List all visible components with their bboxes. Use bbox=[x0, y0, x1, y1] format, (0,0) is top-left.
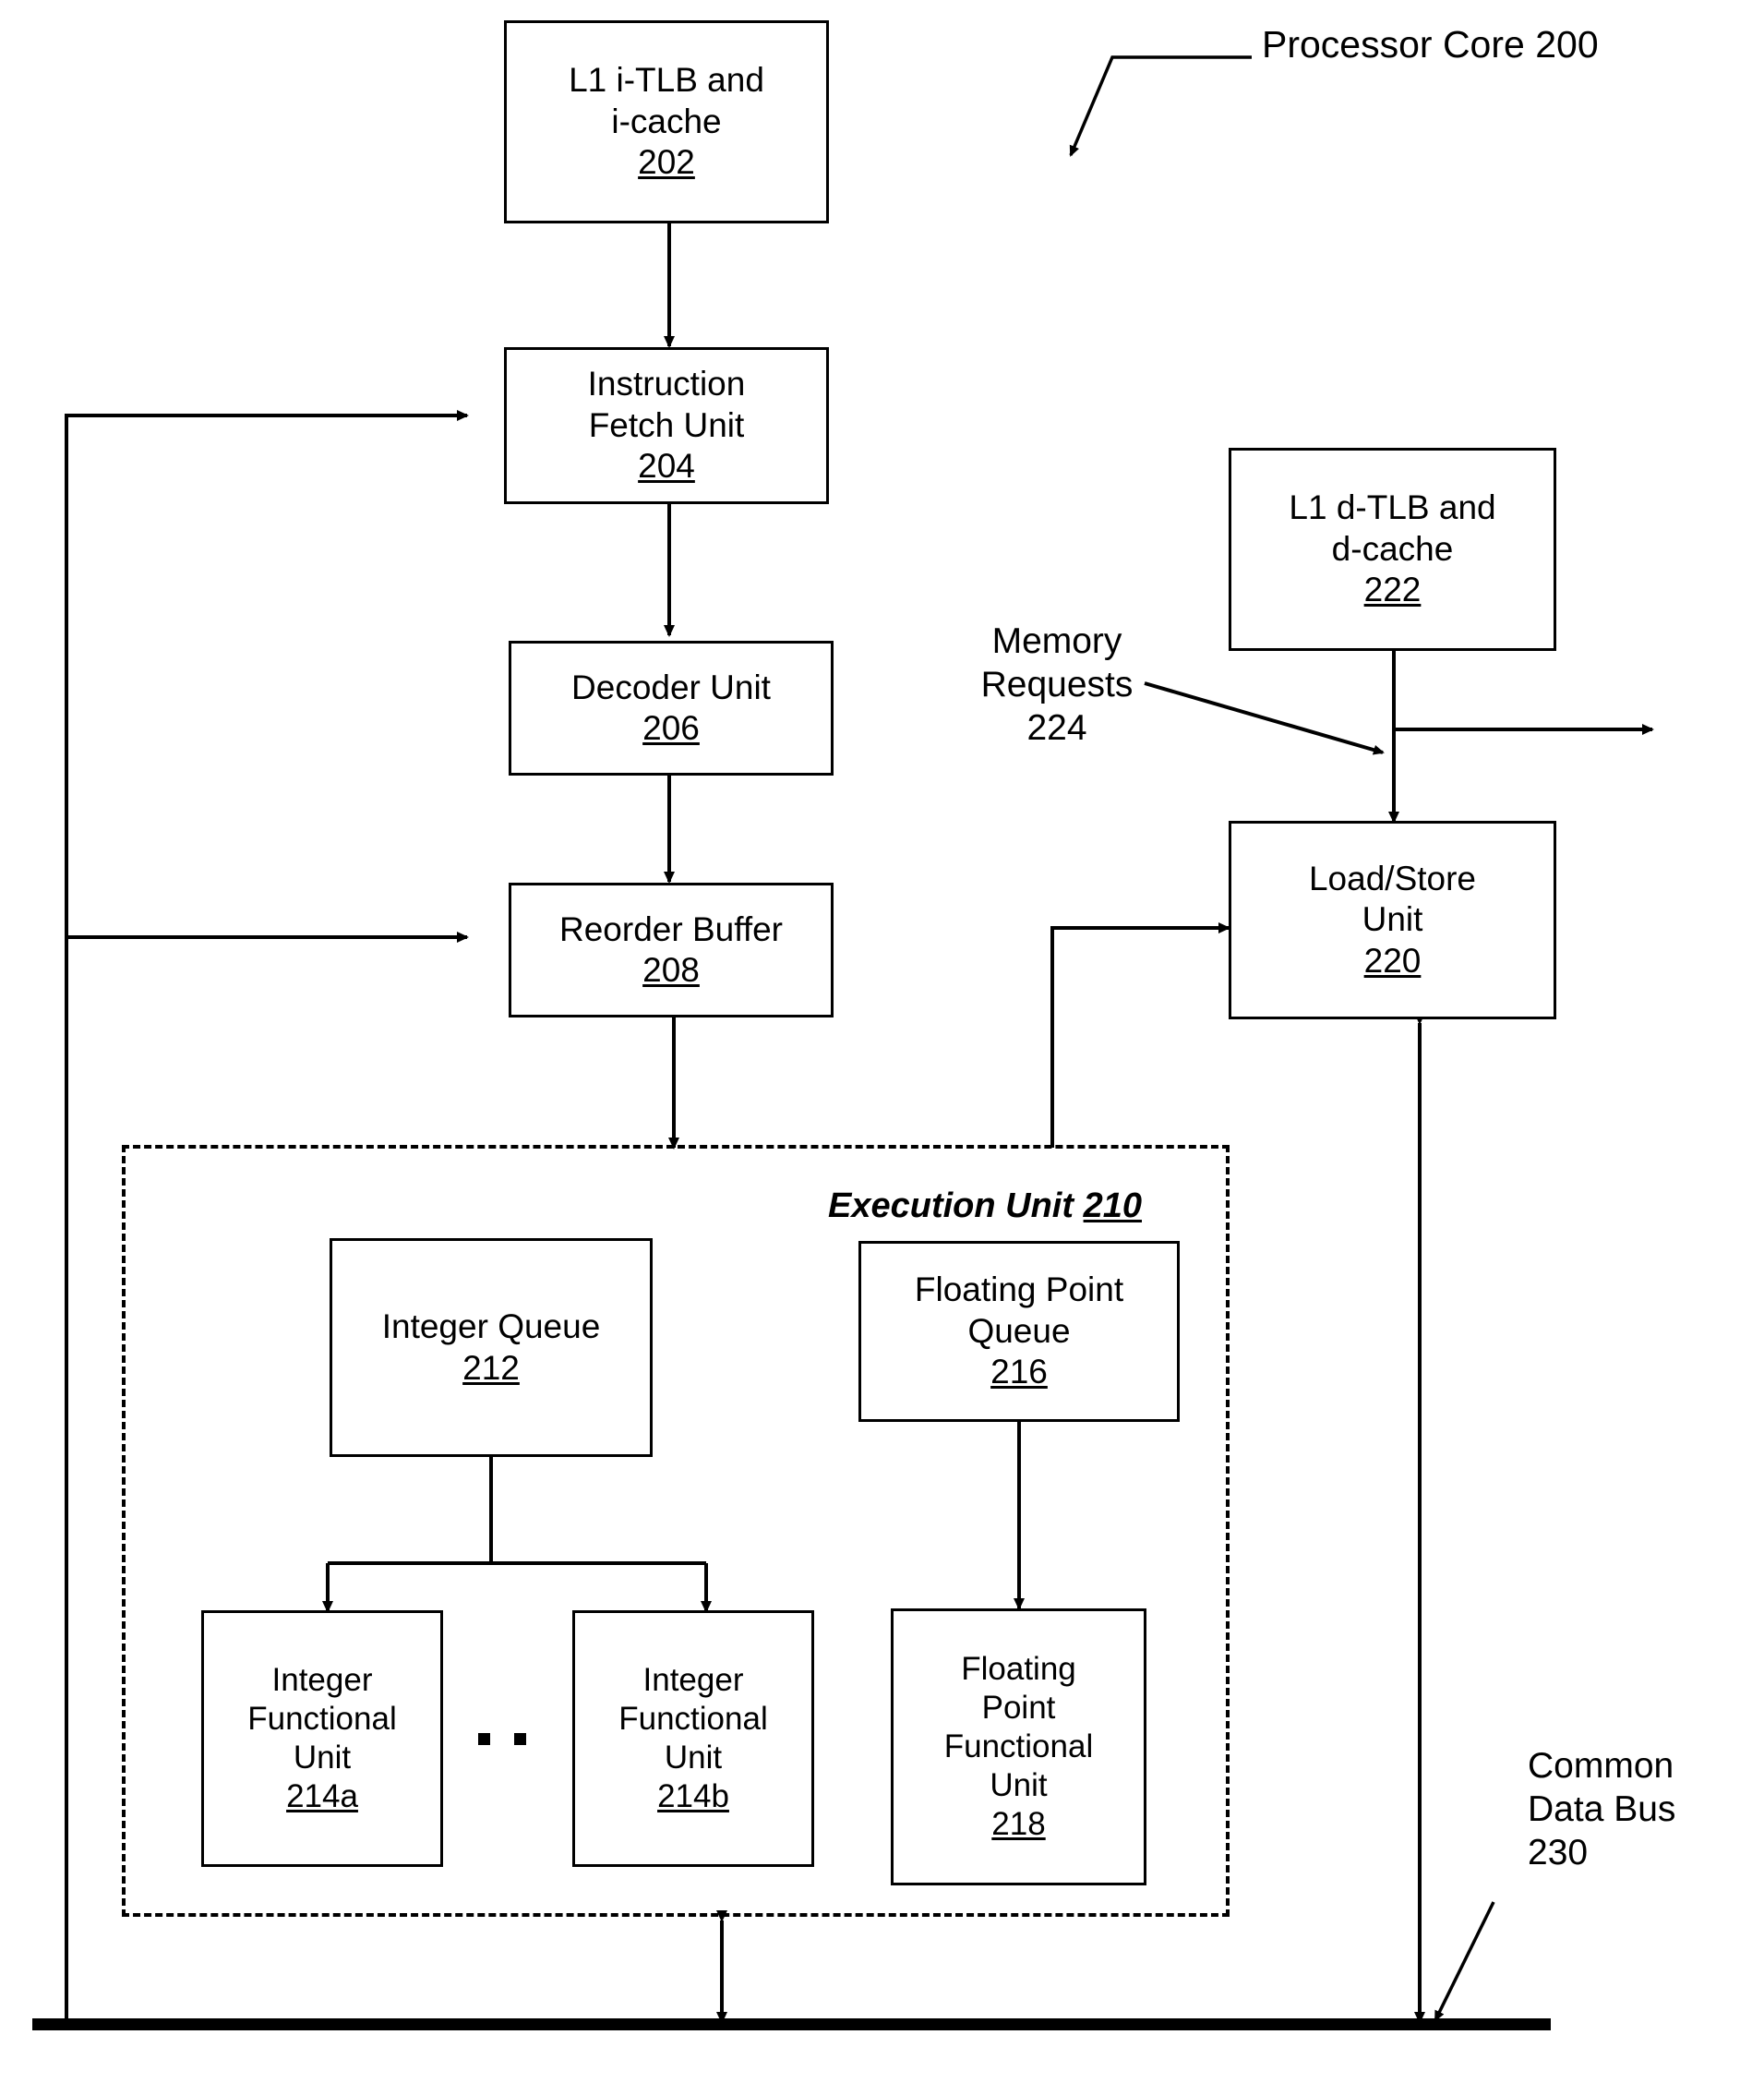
box-l1-dtlb-dcache[interactable]: L1 d-TLB and d-cache 222 bbox=[1229, 448, 1556, 651]
box-reference-number: 202 bbox=[638, 143, 695, 182]
box-label-line3: Unit bbox=[664, 1740, 723, 1776]
box-reference-number: 208 bbox=[642, 951, 700, 989]
box-instruction-fetch-unit[interactable]: Instruction Fetch Unit 204 bbox=[504, 347, 829, 504]
box-reference-number: 216 bbox=[990, 1353, 1048, 1391]
box-label-line2: Functional bbox=[618, 1701, 768, 1737]
box-integer-functional-unit-b[interactable]: Integer Functional Unit 214b bbox=[572, 1610, 814, 1867]
box-label-line2: i-cache bbox=[611, 102, 722, 140]
box-label-line1: Floating bbox=[961, 1651, 1076, 1687]
box-floating-point-queue[interactable]: Floating Point Queue 216 bbox=[858, 1241, 1180, 1422]
box-label-line2: Fetch Unit bbox=[588, 405, 745, 444]
box-l1-itlb-icache[interactable]: L1 i-TLB and i-cache 202 bbox=[504, 20, 829, 223]
box-integer-queue[interactable]: Integer Queue 212 bbox=[330, 1238, 653, 1457]
box-reference-number: 214b bbox=[657, 1778, 729, 1814]
memory-requests-label: Memory Requests 224 bbox=[980, 621, 1134, 748]
box-label-line2: Unit bbox=[1362, 900, 1423, 939]
box-label-line1: L1 d-TLB and bbox=[1289, 488, 1496, 527]
box-label-line4: Unit bbox=[990, 1767, 1048, 1803]
box-reference-number: 212 bbox=[462, 1348, 520, 1387]
box-label-line2: Functional bbox=[247, 1701, 397, 1737]
box-label-line1: L1 i-TLB and bbox=[569, 61, 764, 100]
box-label-line1: Decoder Unit bbox=[571, 668, 771, 706]
box-label-line2: Point bbox=[981, 1690, 1056, 1726]
box-label-line1: Floating Point bbox=[914, 1270, 1124, 1309]
box-label-line3: Unit bbox=[293, 1740, 352, 1776]
box-label-line1: Load/Store bbox=[1308, 859, 1477, 897]
box-label-line1: Integer bbox=[642, 1662, 744, 1698]
box-reference-number: 204 bbox=[638, 447, 695, 486]
box-integer-functional-unit-a[interactable]: Integer Functional Unit 214a bbox=[201, 1610, 443, 1867]
box-decoder-unit[interactable]: Decoder Unit 206 bbox=[509, 641, 834, 776]
box-reorder-buffer[interactable]: Reorder Buffer 208 bbox=[509, 883, 834, 1017]
figure-title-label: Processor Core 200 bbox=[1262, 23, 1599, 66]
box-reference-number: 214a bbox=[286, 1778, 358, 1814]
box-label-line1: Integer bbox=[271, 1662, 373, 1698]
box-label-line3: Functional bbox=[943, 1728, 1094, 1764]
box-label-line1: Reorder Buffer bbox=[559, 909, 783, 948]
box-reference-number: 206 bbox=[642, 709, 700, 747]
box-floating-point-functional-unit[interactable]: Floating Point Functional Unit 218 bbox=[891, 1608, 1146, 1885]
box-label-line1: Integer Queue bbox=[381, 1307, 601, 1346]
box-reference-number: 220 bbox=[1363, 941, 1422, 980]
box-label-line2: d-cache bbox=[1331, 529, 1454, 568]
execution-unit-label: Execution Unit bbox=[828, 1186, 1074, 1225]
box-load-store-unit[interactable]: Load/Store Unit 220 bbox=[1229, 821, 1556, 1019]
box-reference-number: 218 bbox=[991, 1806, 1046, 1842]
box-label-line2: Queue bbox=[967, 1311, 1071, 1350]
figure-canvas: L1 i-TLB and i-cache 202 Instruction Fet… bbox=[0, 0, 1764, 2095]
common-data-bus-line bbox=[32, 2018, 1551, 2030]
ellipsis-between-functional-units bbox=[478, 1733, 526, 1745]
common-data-bus-label: Common Data Bus 230 bbox=[1528, 1746, 1676, 1872]
box-label-line1: Instruction bbox=[587, 365, 746, 403]
box-reference-number: 222 bbox=[1363, 571, 1422, 609]
execution-unit-reference-number: 210 bbox=[1083, 1186, 1142, 1225]
execution-unit-title: Execution Unit 210 bbox=[828, 1186, 1142, 1226]
